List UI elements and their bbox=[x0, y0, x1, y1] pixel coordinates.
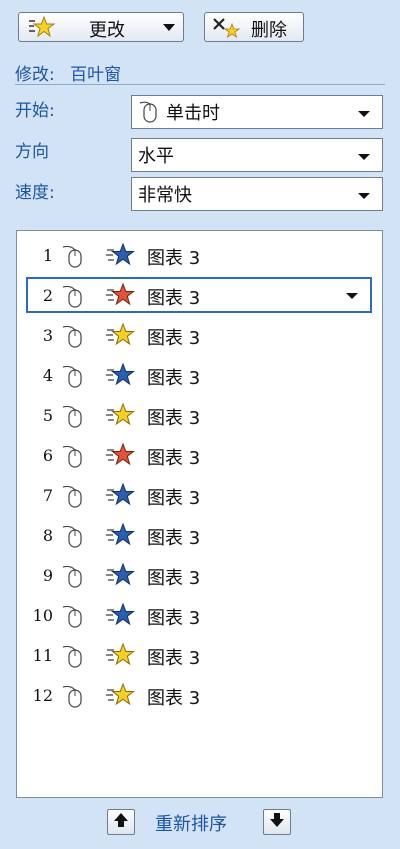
start-label: 开始: bbox=[15, 101, 55, 121]
yellow-star-icon bbox=[105, 322, 135, 352]
item-name: 图表 3 bbox=[147, 608, 201, 629]
blue-star-icon bbox=[105, 562, 135, 592]
delete-effect-label: 删除 bbox=[251, 20, 287, 41]
item-number: 11 bbox=[32, 646, 53, 665]
mouse-icon bbox=[138, 100, 158, 124]
modify-prefix: 修改: bbox=[15, 65, 55, 85]
item-number: 6 bbox=[42, 446, 53, 465]
item-name: 图表 3 bbox=[147, 568, 201, 589]
speed-select[interactable]: 非常快 bbox=[131, 177, 383, 211]
red-star-icon bbox=[105, 442, 135, 472]
chevron-down-icon bbox=[358, 111, 370, 117]
start-select[interactable]: 单击时 bbox=[131, 95, 383, 129]
item-number: 2 bbox=[42, 286, 53, 305]
item-name: 图表 3 bbox=[147, 488, 201, 509]
mouse-icon bbox=[59, 683, 85, 713]
mouse-icon bbox=[59, 603, 85, 633]
mouse-icon bbox=[59, 643, 85, 673]
arrow-up-icon bbox=[113, 812, 129, 832]
item-name: 图表 3 bbox=[147, 688, 201, 709]
item-name: 图表 3 bbox=[147, 328, 201, 349]
list-item[interactable]: 3 图表 3 bbox=[17, 317, 382, 353]
item-number: 5 bbox=[42, 406, 53, 425]
yellow-star-icon bbox=[105, 402, 135, 432]
item-number: 8 bbox=[42, 526, 53, 545]
blue-star-icon bbox=[105, 602, 135, 632]
direction-label: 方向 bbox=[15, 142, 49, 162]
list-item[interactable]: 6 图表 3 bbox=[17, 437, 382, 473]
item-number: 1 bbox=[42, 246, 53, 265]
mouse-icon bbox=[59, 243, 85, 273]
list-item[interactable]: 2 图表 3 bbox=[26, 277, 372, 313]
red-star-icon bbox=[105, 282, 135, 312]
start-value: 单击时 bbox=[166, 103, 220, 124]
item-number: 7 bbox=[42, 486, 53, 505]
reorder-label: 重新排序 bbox=[155, 814, 227, 835]
direction-select[interactable]: 水平 bbox=[131, 138, 383, 172]
item-name: 图表 3 bbox=[147, 248, 201, 269]
blue-star-icon bbox=[105, 242, 135, 272]
blue-star-icon bbox=[105, 362, 135, 392]
list-item[interactable]: 8 图表 3 bbox=[17, 517, 382, 553]
change-effect-label: 更改 bbox=[89, 20, 125, 41]
list-item[interactable]: 10 图表 3 bbox=[17, 597, 382, 633]
list-item[interactable]: 5 图表 3 bbox=[17, 397, 382, 433]
mouse-icon bbox=[59, 363, 85, 393]
item-number: 3 bbox=[42, 326, 53, 345]
speed-value: 非常快 bbox=[138, 185, 192, 206]
mouse-icon bbox=[59, 483, 85, 513]
item-number: 12 bbox=[32, 686, 53, 705]
item-name: 图表 3 bbox=[147, 648, 201, 669]
chevron-down-icon bbox=[358, 193, 370, 199]
mouse-icon bbox=[59, 523, 85, 553]
mouse-icon bbox=[59, 443, 85, 473]
item-number: 4 bbox=[42, 366, 53, 385]
star-icon bbox=[27, 15, 56, 44]
arrow-down-icon bbox=[269, 812, 285, 832]
blue-star-icon bbox=[105, 522, 135, 552]
yellow-star-icon bbox=[105, 642, 135, 672]
animation-list[interactable]: 1 图表 3 2 图表 3 3 图表 3 4 图表 3 5 图表 3 6 图表 3 7 图表 3 8 图表 3… bbox=[16, 230, 383, 798]
direction-value: 水平 bbox=[138, 146, 174, 167]
item-name: 图表 3 bbox=[147, 408, 201, 429]
change-effect-button[interactable]: 更改 bbox=[18, 12, 184, 42]
list-item[interactable]: 1 图表 3 bbox=[17, 237, 382, 273]
blue-star-icon bbox=[105, 482, 135, 512]
speed-label: 速度: bbox=[15, 183, 55, 203]
chevron-down-icon[interactable] bbox=[346, 293, 358, 299]
chevron-down-icon bbox=[358, 154, 370, 160]
item-number: 10 bbox=[32, 606, 53, 625]
mouse-icon bbox=[59, 403, 85, 433]
header-divider bbox=[15, 84, 385, 85]
item-name: 图表 3 bbox=[147, 528, 201, 549]
mouse-icon bbox=[59, 563, 85, 593]
delete-effect-button[interactable]: 删除 bbox=[204, 12, 304, 42]
move-down-button[interactable] bbox=[263, 809, 291, 835]
list-item[interactable]: 12 图表 3 bbox=[17, 677, 382, 713]
list-item[interactable]: 4 图表 3 bbox=[17, 357, 382, 393]
delete-icon bbox=[211, 16, 241, 43]
move-up-button[interactable] bbox=[107, 809, 135, 835]
item-name: 图表 3 bbox=[147, 368, 201, 389]
list-item[interactable]: 11 图表 3 bbox=[17, 637, 382, 673]
modify-header: 修改: 百叶窗 bbox=[15, 60, 121, 85]
item-name: 图表 3 bbox=[147, 288, 201, 309]
mouse-icon bbox=[59, 323, 85, 353]
chevron-down-icon bbox=[163, 24, 175, 31]
mouse-icon bbox=[59, 283, 85, 313]
item-number: 9 bbox=[42, 566, 53, 585]
yellow-star-icon bbox=[105, 682, 135, 712]
list-item[interactable]: 9 图表 3 bbox=[17, 557, 382, 593]
modify-effect-name: 百叶窗 bbox=[70, 65, 122, 85]
list-item[interactable]: 7 图表 3 bbox=[17, 477, 382, 513]
item-name: 图表 3 bbox=[147, 448, 201, 469]
